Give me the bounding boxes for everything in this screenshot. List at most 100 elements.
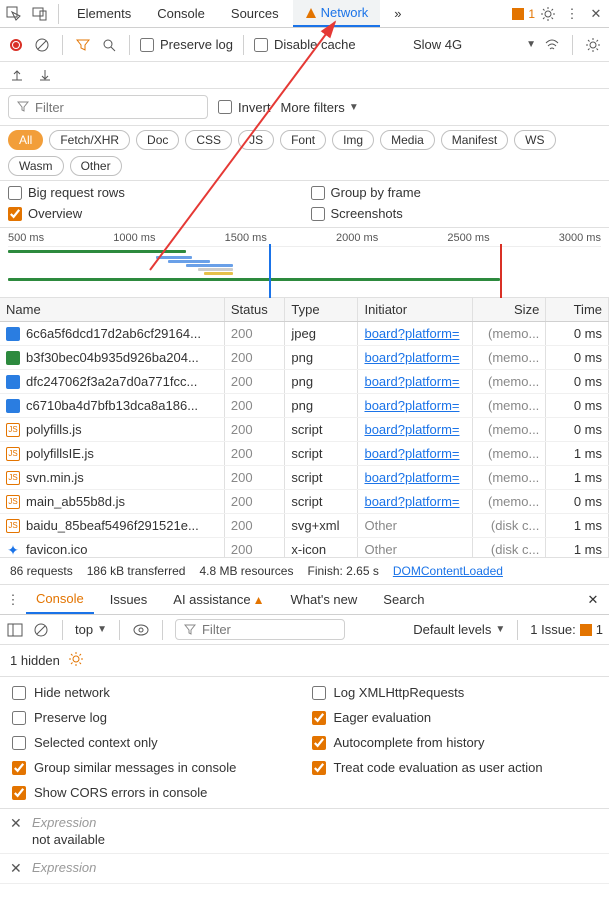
chip-doc[interactable]: Doc bbox=[136, 130, 179, 150]
overview-checkbox[interactable]: Overview bbox=[8, 206, 299, 221]
chip-fetch[interactable]: Fetch/XHR bbox=[49, 130, 130, 150]
waterfall-overview[interactable]: 500 ms 1000 ms 1500 ms 2000 ms 2500 ms 3… bbox=[0, 228, 609, 298]
table-row[interactable]: 6c6a5f6dcd17d2ab6cf29164...200jpegboard?… bbox=[0, 322, 609, 346]
remove-expression-icon[interactable]: ✕ bbox=[10, 815, 24, 832]
hide-network-checkbox[interactable]: Hide network bbox=[12, 685, 298, 700]
throttling-select[interactable]: Slow 4G ▼ bbox=[413, 37, 536, 52]
cell-name[interactable]: c6710ba4d7bfb13dca8a186... bbox=[0, 394, 224, 418]
chip-manifest[interactable]: Manifest bbox=[441, 130, 508, 150]
chip-font[interactable]: Font bbox=[280, 130, 326, 150]
group-by-frame-checkbox[interactable]: Group by frame bbox=[311, 185, 602, 200]
disable-cache-checkbox[interactable]: Disable cache bbox=[254, 37, 356, 52]
chip-img[interactable]: Img bbox=[332, 130, 374, 150]
more-filters-dropdown[interactable]: More filters ▼ bbox=[281, 100, 359, 115]
cell-name[interactable]: JSsvn.min.js bbox=[0, 466, 224, 490]
preserve-log-console-checkbox[interactable]: Preserve log bbox=[12, 710, 298, 725]
autocomplete-history-checkbox[interactable]: Autocomplete from history bbox=[312, 735, 598, 750]
tab-sources[interactable]: Sources bbox=[219, 0, 291, 27]
remove-expression-icon[interactable]: ✕ bbox=[10, 860, 24, 877]
cell-name[interactable]: dfc247062f3a2a7d0a771fcc... bbox=[0, 370, 224, 394]
live-expression-icon[interactable] bbox=[132, 621, 150, 639]
col-initiator[interactable]: Initiator bbox=[358, 298, 473, 322]
live-expression-row[interactable]: ✕ Expression bbox=[0, 854, 609, 884]
group-similar-checkbox[interactable]: Group similar messages in console bbox=[12, 760, 298, 775]
cell-name[interactable]: JSpolyfillsIE.js bbox=[0, 442, 224, 466]
issues-indicator[interactable]: 1 bbox=[512, 7, 535, 21]
drawer-tab-issues[interactable]: Issues bbox=[100, 585, 158, 614]
drawer-tab-ai[interactable]: AI assistance ▲ bbox=[163, 585, 274, 614]
drawer-menu-icon[interactable]: ⋮ bbox=[6, 592, 20, 608]
chip-wasm[interactable]: Wasm bbox=[8, 156, 64, 176]
initiator-link[interactable]: board?platform= bbox=[364, 494, 459, 509]
initiator-link[interactable]: board?platform= bbox=[364, 326, 459, 341]
filter-toggle-icon[interactable] bbox=[73, 35, 93, 55]
table-row[interactable]: JSpolyfills.js200scriptboard?platform=(m… bbox=[0, 418, 609, 442]
table-row[interactable]: c6710ba4d7bfb13dca8a186...200pngboard?pl… bbox=[0, 394, 609, 418]
col-name[interactable]: Name bbox=[0, 298, 224, 322]
col-status[interactable]: Status bbox=[224, 298, 285, 322]
tab-elements[interactable]: Elements bbox=[65, 0, 143, 27]
cell-name[interactable]: 6c6a5f6dcd17d2ab6cf29164... bbox=[0, 322, 224, 346]
clear-console-icon[interactable] bbox=[32, 621, 50, 639]
tab-overflow[interactable]: » bbox=[382, 0, 413, 27]
console-settings-icon[interactable] bbox=[68, 651, 84, 670]
clear-icon[interactable] bbox=[32, 35, 52, 55]
drawer-tab-console[interactable]: Console bbox=[26, 585, 94, 614]
initiator-link[interactable]: board?platform= bbox=[364, 470, 459, 485]
preserve-log-checkbox[interactable]: Preserve log bbox=[140, 37, 233, 52]
table-row[interactable]: JSbaidu_85beaf5496f291521e...200svg+xmlO… bbox=[0, 514, 609, 538]
console-issues-indicator[interactable]: 1 Issue: 1 bbox=[530, 622, 603, 637]
record-icon[interactable] bbox=[6, 35, 26, 55]
treat-code-checkbox[interactable]: Treat code evaluation as user action bbox=[312, 760, 598, 775]
cell-name[interactable]: ✦favicon.ico bbox=[0, 538, 224, 559]
table-row[interactable]: JSmain_ab55b8d.js200scriptboard?platform… bbox=[0, 490, 609, 514]
close-devtools-icon[interactable]: ✕ bbox=[585, 3, 607, 25]
table-row[interactable]: JSpolyfillsIE.js200scriptboard?platform=… bbox=[0, 442, 609, 466]
sidebar-toggle-icon[interactable] bbox=[6, 621, 24, 639]
chip-css[interactable]: CSS bbox=[185, 130, 232, 150]
initiator-link[interactable]: board?platform= bbox=[364, 374, 459, 389]
big-rows-input[interactable] bbox=[8, 186, 22, 200]
more-menu-icon[interactable]: ⋮ bbox=[561, 3, 583, 25]
search-icon[interactable] bbox=[99, 35, 119, 55]
cell-name[interactable]: JSmain_ab55b8d.js bbox=[0, 490, 224, 514]
chip-all[interactable]: All bbox=[8, 130, 43, 150]
console-filter-input[interactable]: Filter bbox=[175, 619, 345, 640]
close-drawer-icon[interactable]: ✕ bbox=[583, 592, 603, 608]
table-row[interactable]: JSsvn.min.js200scriptboard?platform=(mem… bbox=[0, 466, 609, 490]
table-row[interactable]: dfc247062f3a2a7d0a771fcc...200pngboard?p… bbox=[0, 370, 609, 394]
group-frame-input[interactable] bbox=[311, 186, 325, 200]
drawer-tab-whatsnew[interactable]: What's new bbox=[281, 585, 368, 614]
screenshots-checkbox[interactable]: Screenshots bbox=[311, 206, 602, 221]
col-time[interactable]: Time bbox=[546, 298, 609, 322]
overview-input[interactable] bbox=[8, 207, 22, 221]
chip-media[interactable]: Media bbox=[380, 130, 435, 150]
device-toggle-icon[interactable] bbox=[28, 2, 52, 26]
col-size[interactable]: Size bbox=[473, 298, 546, 322]
preserve-log-input[interactable] bbox=[140, 38, 154, 52]
chip-js[interactable]: JS bbox=[238, 130, 274, 150]
upload-icon[interactable] bbox=[8, 66, 26, 84]
drawer-tab-search[interactable]: Search bbox=[373, 585, 434, 614]
big-request-rows-checkbox[interactable]: Big request rows bbox=[8, 185, 299, 200]
eager-eval-checkbox[interactable]: Eager evaluation bbox=[312, 710, 598, 725]
download-icon[interactable] bbox=[36, 66, 54, 84]
table-row[interactable]: ✦favicon.ico200x-iconOther(disk c...1 ms bbox=[0, 538, 609, 559]
live-expression-row[interactable]: ✕ Expression not available bbox=[0, 809, 609, 854]
disable-cache-input[interactable] bbox=[254, 38, 268, 52]
filter-input[interactable]: Filter bbox=[8, 95, 208, 119]
chip-ws[interactable]: WS bbox=[514, 130, 555, 150]
initiator-link[interactable]: board?platform= bbox=[364, 446, 459, 461]
cell-name[interactable]: JSbaidu_85beaf5496f291521e... bbox=[0, 514, 224, 538]
screenshots-input[interactable] bbox=[311, 207, 325, 221]
selected-context-checkbox[interactable]: Selected context only bbox=[12, 735, 298, 750]
network-settings-icon[interactable] bbox=[583, 35, 603, 55]
show-cors-checkbox[interactable]: Show CORS errors in console bbox=[12, 785, 298, 800]
initiator-link[interactable]: board?platform= bbox=[364, 350, 459, 365]
context-selector[interactable]: top ▼ bbox=[75, 622, 107, 637]
log-levels-dropdown[interactable]: Default levels ▼ bbox=[413, 622, 505, 637]
invert-checkbox[interactable]: Invert bbox=[218, 100, 271, 115]
network-conditions-icon[interactable] bbox=[542, 35, 562, 55]
log-xml-checkbox[interactable]: Log XMLHttpRequests bbox=[312, 685, 598, 700]
inspect-icon[interactable] bbox=[2, 2, 26, 26]
